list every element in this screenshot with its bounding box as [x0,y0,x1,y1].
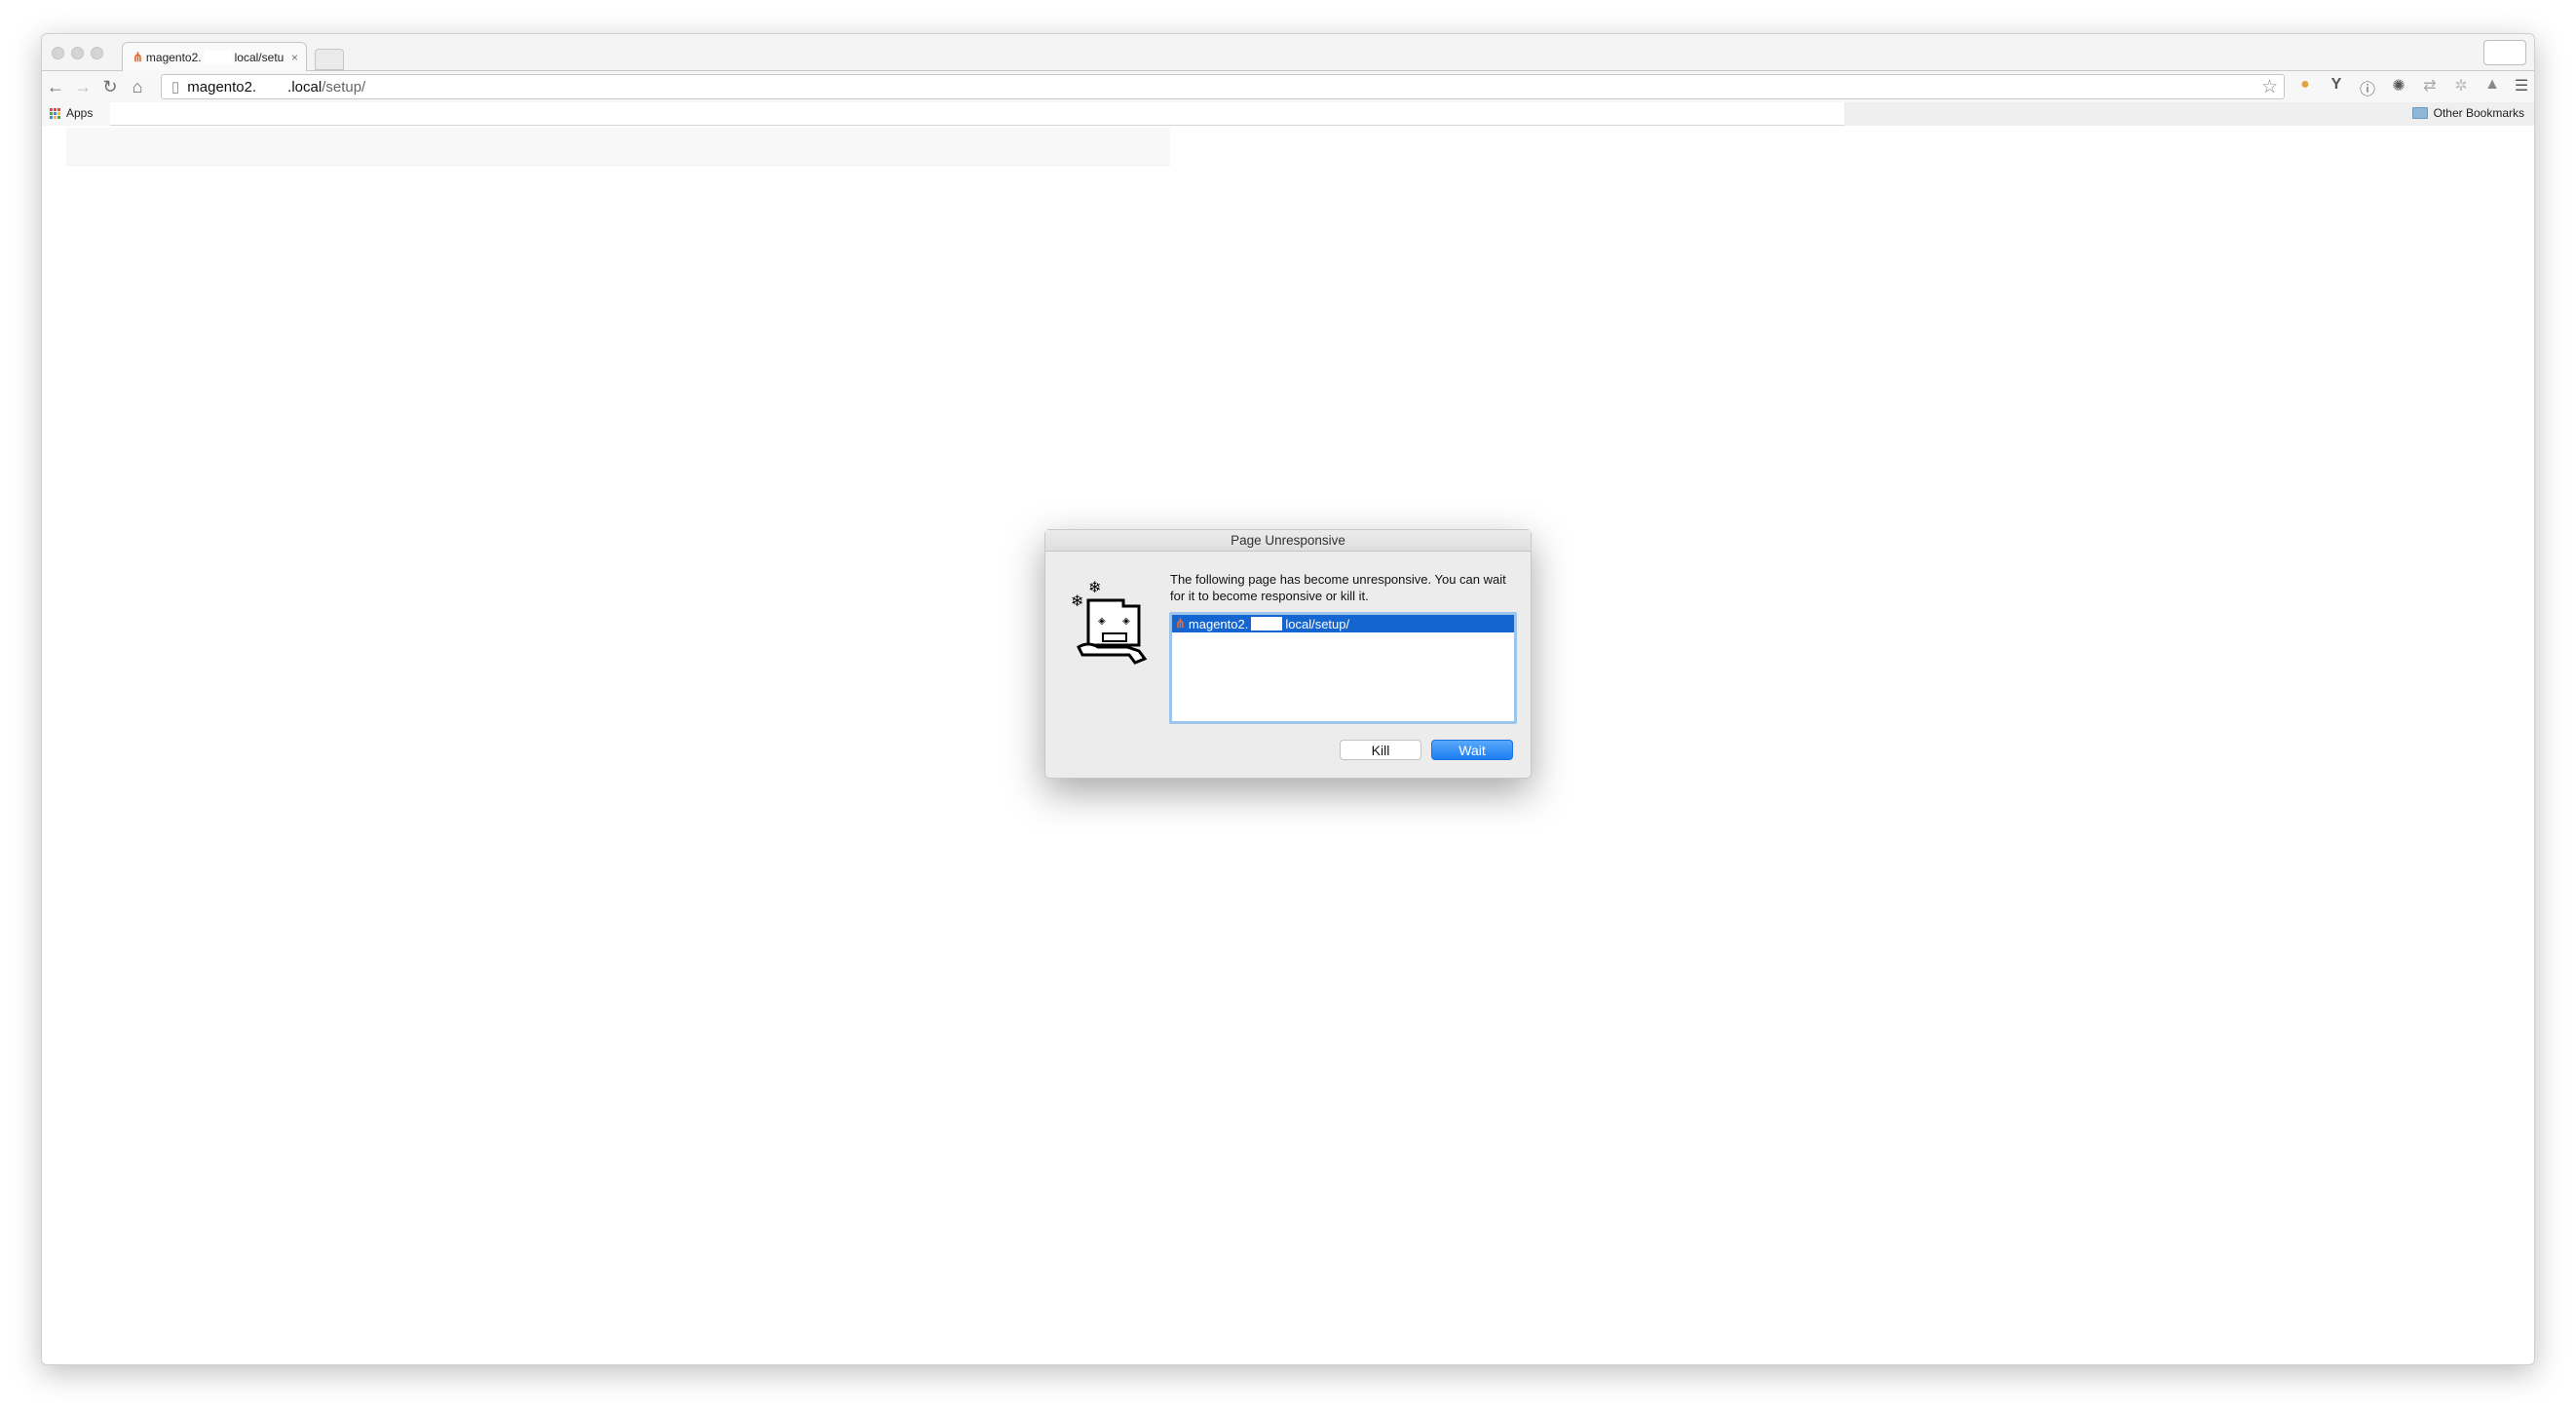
sync-icon[interactable]: ⇄ [2419,76,2441,96]
address-bar[interactable]: ▯ magento2. .local /setup/ ☆ [161,74,2285,99]
back-icon[interactable]: ← [42,77,69,97]
svg-text:❄: ❄ [1071,593,1083,610]
other-bookmarks-label: Other Bookmarks [2433,106,2524,120]
list-item-suffix: local/setup/ [1285,616,1350,631]
page-content-placeholder [66,128,1170,166]
tab-title-suffix: local/setu [234,50,284,64]
address-host-prefix: magento2. [187,78,257,96]
svg-text:◈: ◈ [1122,616,1130,627]
bug-icon[interactable]: ✲ [2450,76,2472,96]
unresponsive-pages-list[interactable]: ⋔ magento2. local/setup/ [1169,612,1517,724]
1password-icon[interactable]: ⓘ [2357,76,2378,99]
list-item[interactable]: ⋔ magento2. local/setup/ [1172,615,1514,632]
redacted-text [204,50,232,64]
address-host-suffix: .local [287,78,322,96]
gear-icon[interactable]: ✺ [2388,76,2409,96]
profile-button[interactable] [2483,40,2526,65]
other-bookmarks-button[interactable]: Other Bookmarks [2411,106,2524,120]
close-tab-icon[interactable]: × [291,51,298,64]
tab-title-prefix: magento2. [145,50,202,64]
minimize-window-button[interactable] [71,47,84,59]
apps-grid-icon [50,107,60,119]
redacted-text [1251,617,1283,631]
hung-page-icon: ❄ ❄ ◈ ◈ [1071,580,1148,665]
magento-icon: ⋔ [133,49,143,64]
apps-label: Apps [66,106,94,120]
folder-icon [2411,107,2428,119]
wait-button[interactable]: Wait [1431,740,1513,760]
page-icon: ▯ [171,79,180,96]
magento-icon: ⋔ [1175,616,1186,631]
reload-icon[interactable]: ↻ [96,77,124,97]
svg-text:❄: ❄ [1088,580,1101,596]
home-icon[interactable]: ⌂ [124,77,151,97]
new-tab-button[interactable] [315,49,344,70]
drive-icon[interactable]: ▲ [2481,76,2503,94]
menu-icon[interactable]: ☰ [2511,76,2532,96]
close-window-button[interactable] [52,47,64,59]
kill-button[interactable]: Kill [1340,740,1421,760]
tab-magento-setup[interactable]: ⋔ magento2. local/setu × [122,42,307,71]
cookie-icon[interactable]: ● [2294,76,2316,94]
address-path: /setup/ [322,78,366,96]
dialog-message: The following page has become unresponsi… [1170,572,1506,603]
apps-button[interactable]: Apps [50,106,93,120]
y-icon[interactable]: Y [2326,76,2347,94]
maximize-window-button[interactable] [91,47,103,59]
page-unresponsive-dialog: Page Unresponsive ❄ ❄ ◈ ◈ The following pa… [1044,529,1532,779]
tab-strip: ⋔ magento2. local/setu × [42,34,2534,71]
list-item-prefix: magento2. [1188,616,1249,631]
forward-icon[interactable]: → [69,77,96,97]
dialog-title: Page Unresponsive [1045,530,1531,552]
toolbar: ← → ↻ ⌂ ▯ magento2. .local /setup/ ☆ ● Y… [42,71,2534,102]
svg-text:◈: ◈ [1098,616,1106,627]
bookmarks-bar: Apps Other Bookmarks [42,102,2534,126]
bookmark-star-icon[interactable]: ☆ [2261,76,2278,98]
